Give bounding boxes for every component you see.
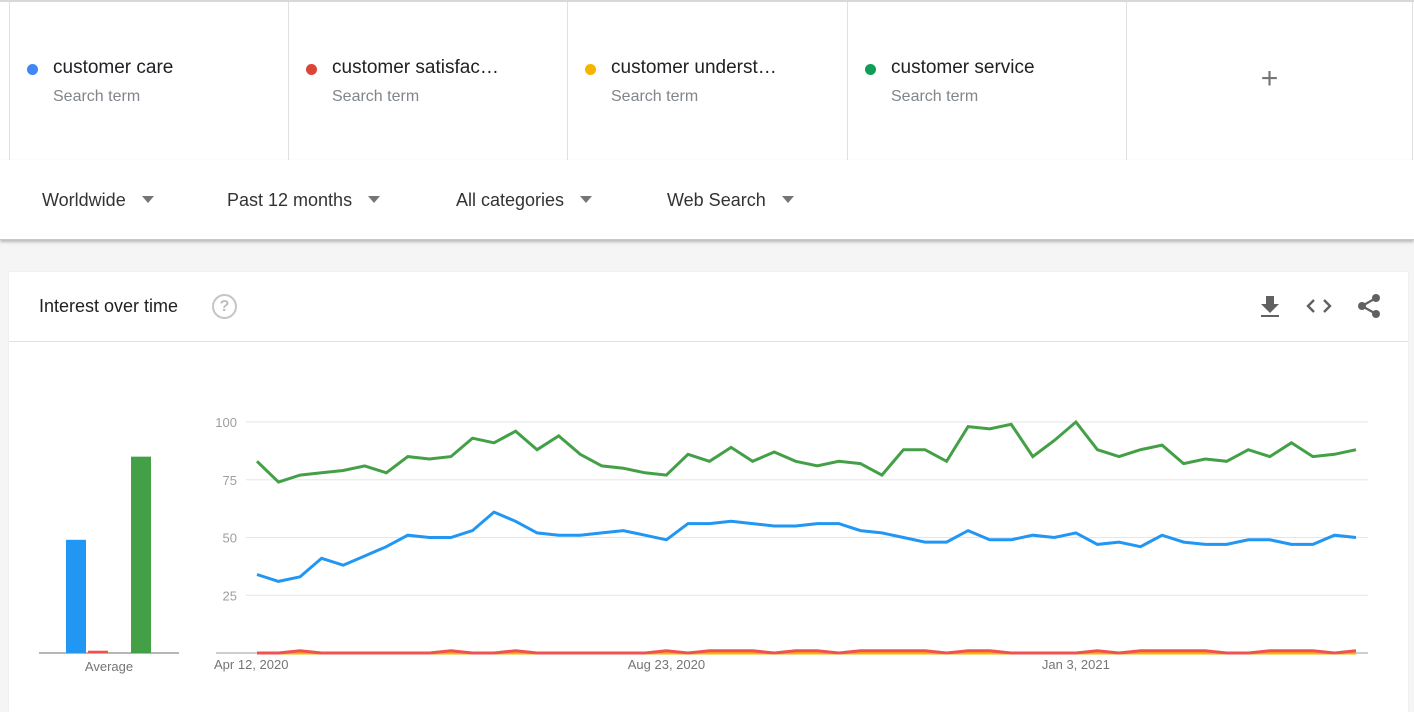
- time-range-dropdown-label: Past 12 months: [227, 190, 353, 210]
- series-color-dot: [585, 64, 596, 75]
- search-terms-bar: customer care Search term customer satis…: [0, 0, 1414, 160]
- region-dropdown[interactable]: Worldwide: [42, 190, 154, 211]
- dropdown-arrow-icon: [141, 195, 154, 203]
- search-term-type: Search term: [53, 88, 141, 105]
- search-term-card[interactable]: customer service Search term: [848, 2, 1127, 160]
- search-term-card[interactable]: customer care Search term: [9, 2, 289, 160]
- dropdown-arrow-icon: [781, 195, 794, 203]
- search-term-type: Search term: [891, 88, 979, 105]
- category-dropdown[interactable]: All categories: [456, 190, 593, 211]
- card-header: Interest over time ?: [9, 272, 1408, 342]
- download-icon[interactable]: [1256, 292, 1284, 320]
- filter-bar: Worldwide Past 12 months All categories …: [0, 160, 1414, 240]
- region-dropdown-label: Worldwide: [42, 190, 126, 210]
- add-comparison-button[interactable]: +: [1127, 2, 1413, 160]
- search-type-dropdown-label: Web Search: [667, 190, 766, 210]
- search-term-name: customer care: [53, 57, 174, 78]
- time-range-dropdown[interactable]: Past 12 months: [227, 190, 381, 211]
- series-color-dot: [865, 64, 876, 75]
- dropdown-arrow-icon: [580, 195, 593, 203]
- card-title: Interest over time: [39, 296, 179, 316]
- search-term-card[interactable]: customer underst… Search term: [568, 2, 848, 160]
- search-term-name: customer service: [891, 57, 1035, 78]
- series-color-dot: [306, 64, 317, 75]
- category-dropdown-label: All categories: [456, 190, 565, 210]
- share-icon[interactable]: [1355, 292, 1383, 320]
- search-type-dropdown[interactable]: Web Search: [667, 190, 794, 211]
- interest-over-time-card: Interest over time ?: [9, 272, 1408, 712]
- search-term-type: Search term: [332, 88, 420, 105]
- embed-icon[interactable]: [1305, 292, 1333, 320]
- series-color-dot: [27, 64, 38, 75]
- dropdown-arrow-icon: [368, 195, 381, 203]
- search-term-type: Search term: [611, 88, 699, 105]
- search-term-name: customer underst…: [611, 57, 777, 78]
- search-term-name: customer satisfac…: [332, 57, 499, 78]
- search-term-card[interactable]: customer satisfac… Search term: [289, 2, 568, 160]
- help-icon[interactable]: ?: [212, 294, 237, 319]
- plus-icon: +: [1260, 62, 1279, 95]
